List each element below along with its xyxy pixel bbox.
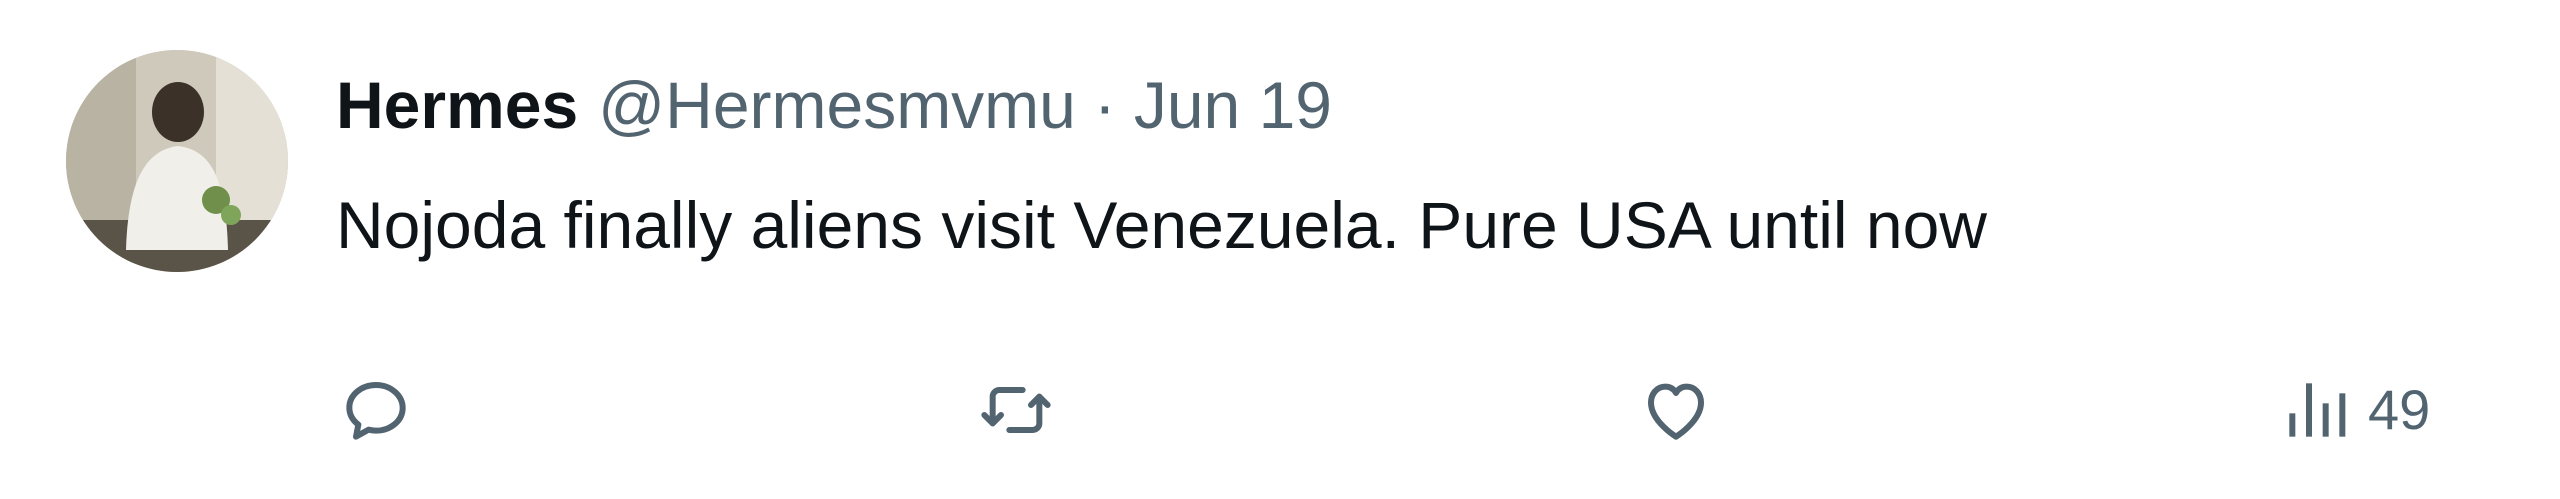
tweet-date[interactable]: Jun 19 (1134, 60, 1332, 150)
author-display-name[interactable]: Hermes (336, 60, 578, 150)
avatar-image (66, 50, 288, 272)
avatar[interactable] (66, 50, 288, 272)
tweet-header: Hermes @Hermesmvmu · Jun 19 (336, 60, 1332, 150)
like-heart-icon (1648, 383, 1704, 440)
reply-button[interactable] (336, 360, 416, 460)
tweet-actions: 49 (336, 360, 2496, 460)
repost-icon (981, 387, 1051, 433)
repost-button[interactable] (976, 360, 1056, 460)
views-button[interactable]: 49 (2276, 360, 2430, 460)
reply-icon (346, 382, 406, 440)
views-bar-chart-icon (2289, 383, 2346, 437)
tweet[interactable]: Hermes @Hermesmvmu · Jun 19 Nojoda final… (0, 0, 2560, 499)
header-separator: · (1093, 68, 1116, 142)
views-count: 49 (2368, 378, 2431, 441)
author-handle[interactable]: @Hermesmvmu (598, 60, 1076, 150)
tweet-text: Nojoda finally aliens visit Venezuela. P… (336, 188, 1987, 262)
like-button[interactable] (1636, 360, 1716, 460)
